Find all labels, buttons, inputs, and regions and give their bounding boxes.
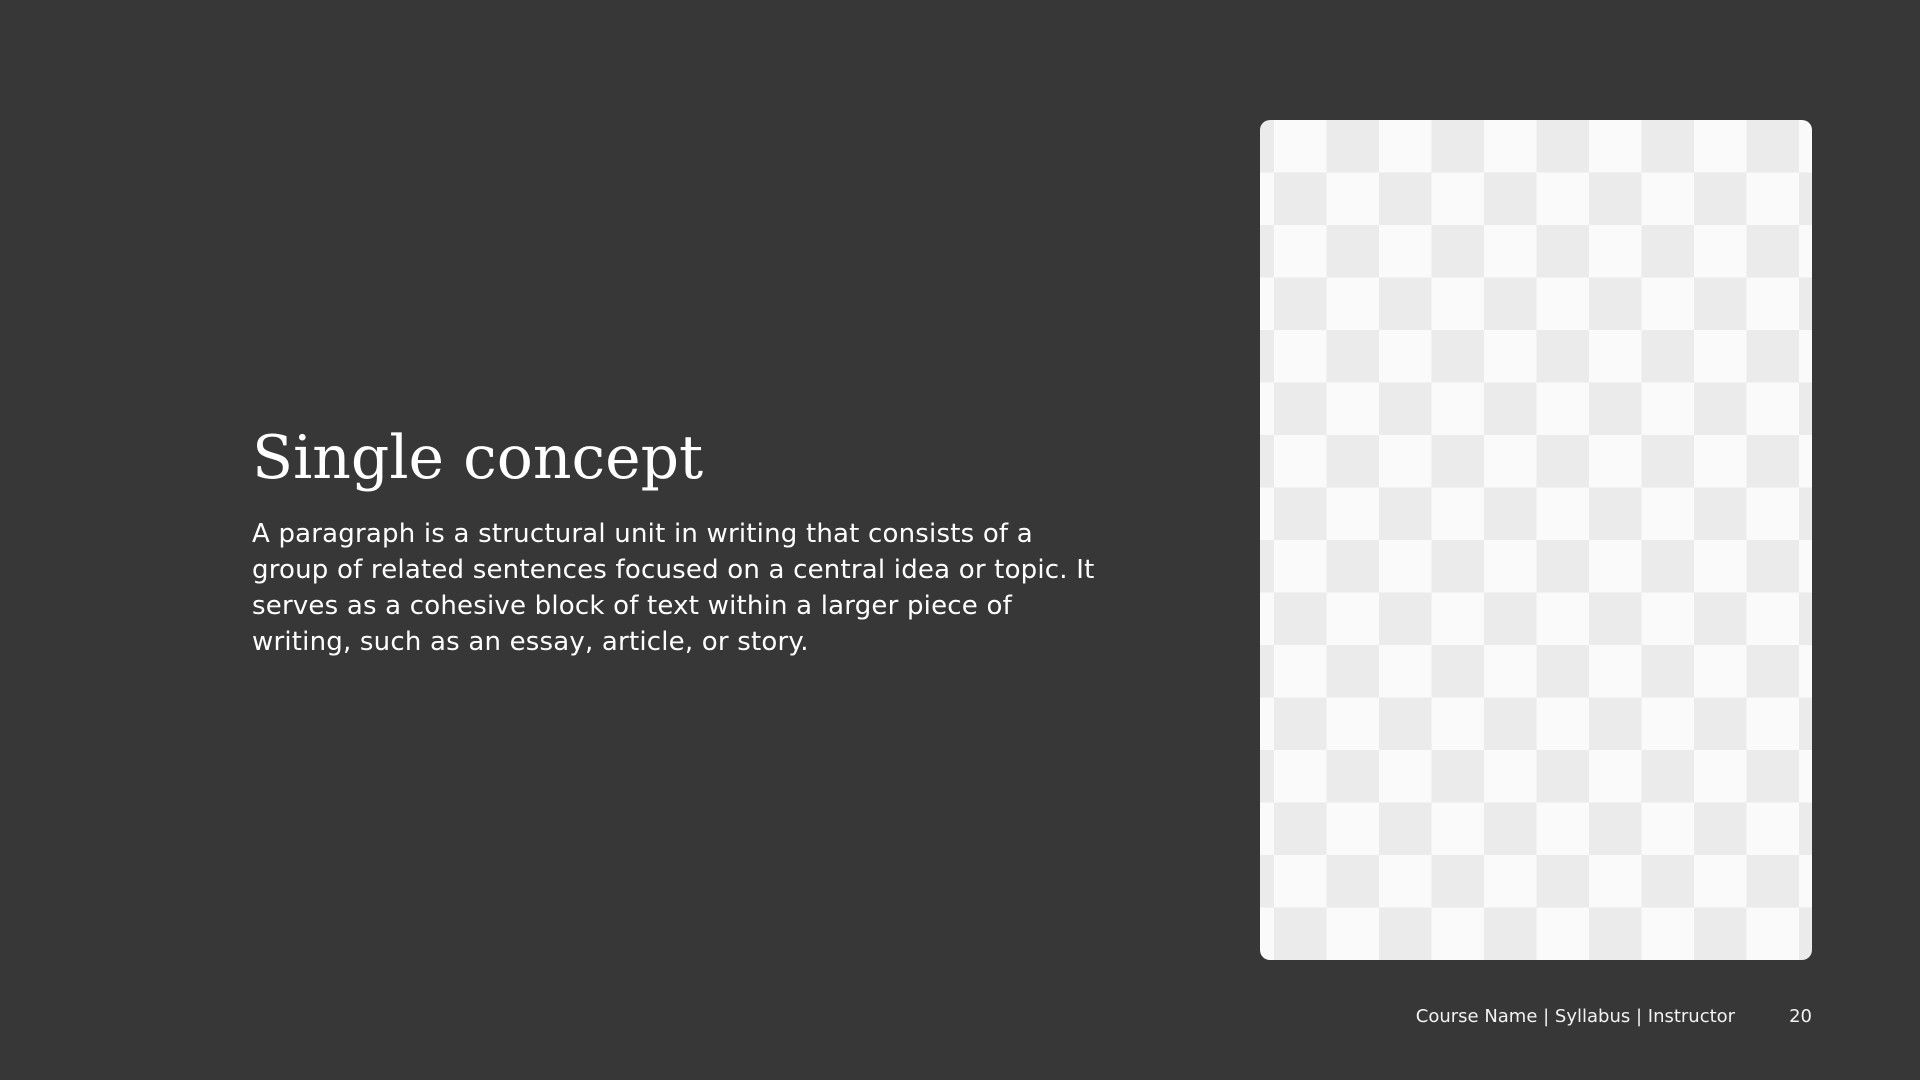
slide: Single concept A paragraph is a structur…	[0, 0, 1920, 1080]
footer-course-info: Course Name | Syllabus | Instructor	[1415, 1006, 1736, 1027]
slide-body-paragraph: A paragraph is a structural unit in writ…	[252, 519, 1095, 657]
slide-title: Single concept	[252, 423, 704, 493]
image-placeholder	[1260, 120, 1812, 960]
slide-footer: Course Name | Syllabus | Instructor 20	[1416, 1004, 1812, 1030]
page-number: 20	[1789, 1006, 1812, 1027]
